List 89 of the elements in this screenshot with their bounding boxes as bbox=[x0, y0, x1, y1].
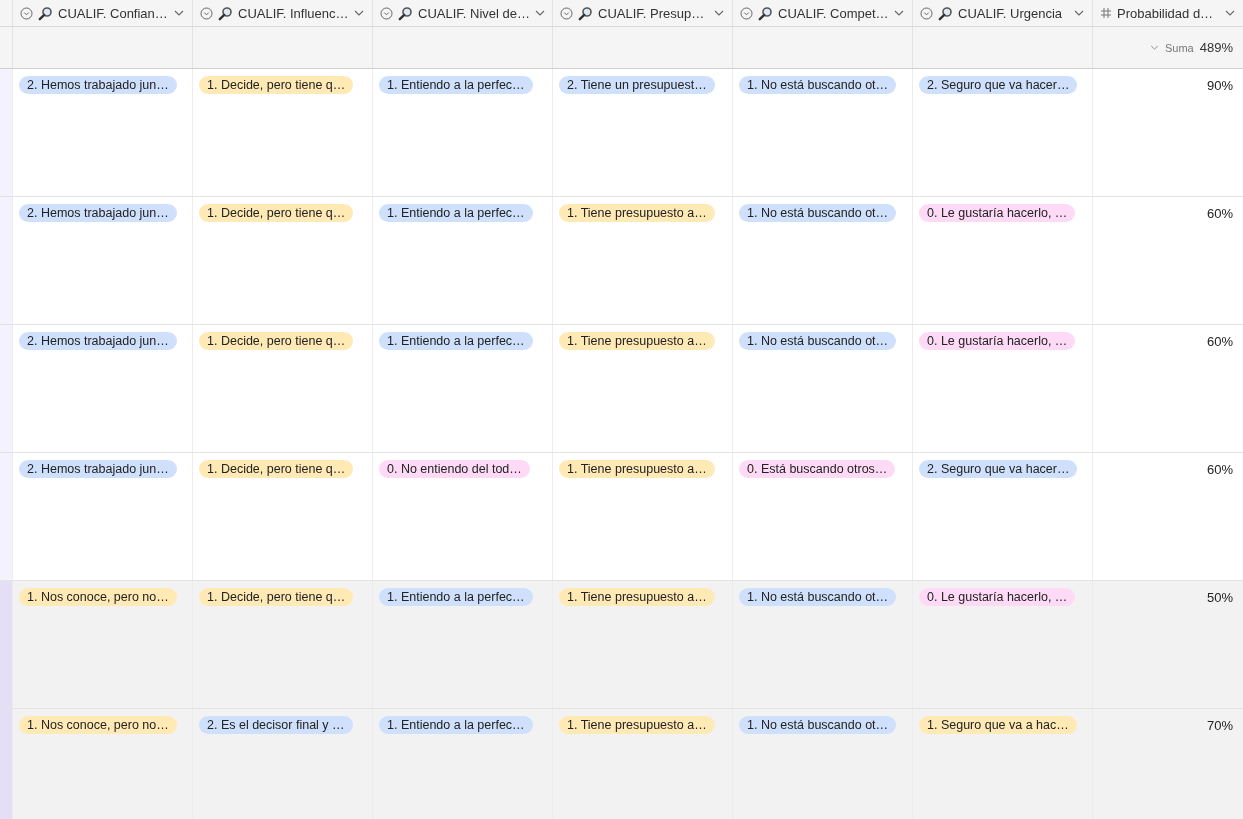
tag: 1. No está buscando ot… bbox=[739, 588, 897, 606]
chevron-down-icon[interactable] bbox=[894, 10, 904, 16]
table-cell: 70% bbox=[1206, 718, 1233, 733]
magnifier-icon bbox=[398, 5, 413, 21]
tag: 2. Seguro que va hacer… bbox=[919, 76, 1078, 94]
column-header[interactable]: CUALIF. Nivel de… bbox=[372, 0, 552, 26]
tag: 1. No está buscando ot… bbox=[739, 716, 897, 734]
table-row[interactable]: 2. Hemos trabajado jun… 1. Decide, pero tiene q… 0. No entiendo del tod… 1. Tiene presupuesto a… 0. Está buscando otros… 2. Seguro que va hacer… 60% bbox=[0, 453, 1243, 581]
tag: 2. Hemos trabajado jun… bbox=[19, 332, 177, 350]
column-header[interactable]: CUALIF. Confian… bbox=[12, 0, 192, 26]
magnifier-icon bbox=[218, 5, 233, 21]
tag: 2. Es el decisor final y … bbox=[199, 716, 353, 734]
select-field-icon bbox=[560, 6, 573, 20]
tag: 1. Tiene presupuesto a… bbox=[559, 460, 715, 478]
tag: 1. No está buscando ot… bbox=[739, 76, 897, 94]
table-row[interactable]: 2. Hemos trabajado jun… 1. Decide, pero tiene q… 1. Entiendo a la perfec… 2. Tiene un presupuest… 1. No está buscando ot… 2. Seguro que va hacer… 90% bbox=[0, 69, 1243, 197]
chevron-down-icon[interactable] bbox=[1074, 10, 1084, 16]
tag: 1. Entiendo a la perfec… bbox=[379, 332, 533, 350]
chevron-down-icon[interactable] bbox=[174, 10, 184, 16]
hash-icon bbox=[1100, 7, 1112, 19]
summary-value: 489% bbox=[1199, 40, 1233, 55]
tag: 0. Le gustaría hacerlo, … bbox=[919, 332, 1076, 350]
tag: 1. Entiendo a la perfec… bbox=[379, 204, 533, 222]
column-header[interactable]: Probabilidad d… bbox=[1092, 0, 1243, 26]
row-handle[interactable] bbox=[0, 453, 12, 580]
tag: 1. Entiendo a la perfec… bbox=[379, 588, 533, 606]
column-header[interactable]: CUALIF. Urgencia bbox=[912, 0, 1092, 26]
table-row[interactable]: 2. Hemos trabajado jun… 1. Decide, pero tiene q… 1. Entiendo a la perfec… 1. Tiene presupuesto a… 1. No está buscando ot… 0. Le gustaría hacerlo, … 60% bbox=[0, 197, 1243, 325]
column-title: CUALIF. Nivel de… bbox=[418, 5, 530, 21]
chevron-down-icon[interactable] bbox=[535, 10, 545, 16]
tag: 0. Está buscando otros… bbox=[739, 460, 896, 478]
tag: 1. No está buscando ot… bbox=[739, 332, 897, 350]
table-cell: 60% bbox=[1206, 462, 1233, 477]
table-cell: 90% bbox=[1206, 78, 1233, 93]
magnifier-icon bbox=[578, 5, 593, 21]
tag: 1. Decide, pero tiene q… bbox=[199, 204, 354, 222]
tag: 1. Decide, pero tiene q… bbox=[199, 76, 354, 94]
table-row[interactable]: 1. Nos conoce, pero no… 2. Es el decisor final y … 1. Entiendo a la perfec… 1. Tiene presupuesto a… 1. No está buscando ot… 1. Seguro que va a hac… 70% bbox=[0, 709, 1243, 819]
tag: 0. Le gustaría hacerlo, … bbox=[919, 204, 1076, 222]
tag: 1. Tiene presupuesto a… bbox=[559, 588, 715, 606]
column-header[interactable]: CUALIF. Presup… bbox=[552, 0, 732, 26]
magnifier-icon bbox=[758, 5, 773, 21]
select-field-icon bbox=[920, 6, 933, 20]
column-title: Probabilidad d… bbox=[1117, 5, 1215, 21]
tag: 1. Decide, pero tiene q… bbox=[199, 460, 354, 478]
tag: 0. Le gustaría hacerlo, … bbox=[919, 588, 1076, 606]
row-handle[interactable] bbox=[0, 581, 12, 708]
tag: 1. Decide, pero tiene q… bbox=[199, 588, 354, 606]
chevron-down-icon[interactable] bbox=[354, 10, 364, 16]
tag: 0. No entiendo del tod… bbox=[379, 460, 530, 478]
summary-label: Suma bbox=[1165, 41, 1194, 54]
tag: 1. Nos conoce, pero no… bbox=[19, 716, 177, 734]
tag: 1. Entiendo a la perfec… bbox=[379, 716, 533, 734]
column-title: CUALIF. Confian… bbox=[58, 5, 169, 21]
tag: 2. Seguro que va hacer… bbox=[919, 460, 1078, 478]
select-field-icon bbox=[740, 6, 753, 20]
row-handle[interactable] bbox=[0, 197, 12, 324]
tag: 1. Decide, pero tiene q… bbox=[199, 332, 354, 350]
table-row[interactable]: 2. Hemos trabajado jun… 1. Decide, pero tiene q… 1. Entiendo a la perfec… 1. Tiene presupuesto a… 1. No está buscando ot… 0. Le gustaría hacerlo, … 60% bbox=[0, 325, 1243, 453]
column-title: CUALIF. Compet… bbox=[778, 5, 889, 21]
table-row[interactable]: 1. Nos conoce, pero no… 1. Decide, pero tiene q… 1. Entiendo a la perfec… 1. Tiene presupuesto a… 1. No está buscando ot… 0. Le gustaría hacerlo, … 50% bbox=[0, 581, 1243, 709]
column-title: CUALIF. Presup… bbox=[598, 5, 706, 21]
select-field-icon bbox=[380, 6, 393, 20]
magnifier-icon bbox=[38, 5, 53, 21]
tag: 1. Tiene presupuesto a… bbox=[559, 716, 715, 734]
column-header[interactable]: CUALIF. Compet… bbox=[732, 0, 912, 26]
select-field-icon bbox=[20, 6, 33, 20]
table-cell: 60% bbox=[1206, 334, 1233, 349]
column-title: CUALIF. Urgencia bbox=[958, 5, 1064, 21]
magnifier-icon bbox=[938, 5, 953, 21]
tag: 2. Hemos trabajado jun… bbox=[19, 204, 177, 222]
table-cell: 50% bbox=[1206, 590, 1233, 605]
select-field-icon bbox=[200, 6, 213, 20]
tag: 1. Seguro que va a hac… bbox=[919, 716, 1077, 734]
table-cell: 60% bbox=[1206, 206, 1233, 221]
tag: 1. Entiendo a la perfec… bbox=[379, 76, 533, 94]
tag: 1. Tiene presupuesto a… bbox=[559, 204, 715, 222]
tag: 1. Nos conoce, pero no… bbox=[19, 588, 177, 606]
chevron-down-icon[interactable] bbox=[714, 10, 724, 16]
column-title: CUALIF. Influenc… bbox=[238, 5, 349, 21]
row-handle[interactable] bbox=[0, 325, 12, 452]
row-handle[interactable] bbox=[0, 69, 12, 196]
tag: 1. No está buscando ot… bbox=[739, 204, 897, 222]
tag: 2. Hemos trabajado jun… bbox=[19, 76, 177, 94]
tag: 2. Tiene un presupuest… bbox=[559, 76, 715, 94]
tag: 1. Tiene presupuesto a… bbox=[559, 332, 715, 350]
chevron-down-icon[interactable] bbox=[1225, 10, 1235, 16]
tag: 2. Hemos trabajado jun… bbox=[19, 460, 177, 478]
column-header[interactable]: CUALIF. Influenc… bbox=[192, 0, 372, 26]
